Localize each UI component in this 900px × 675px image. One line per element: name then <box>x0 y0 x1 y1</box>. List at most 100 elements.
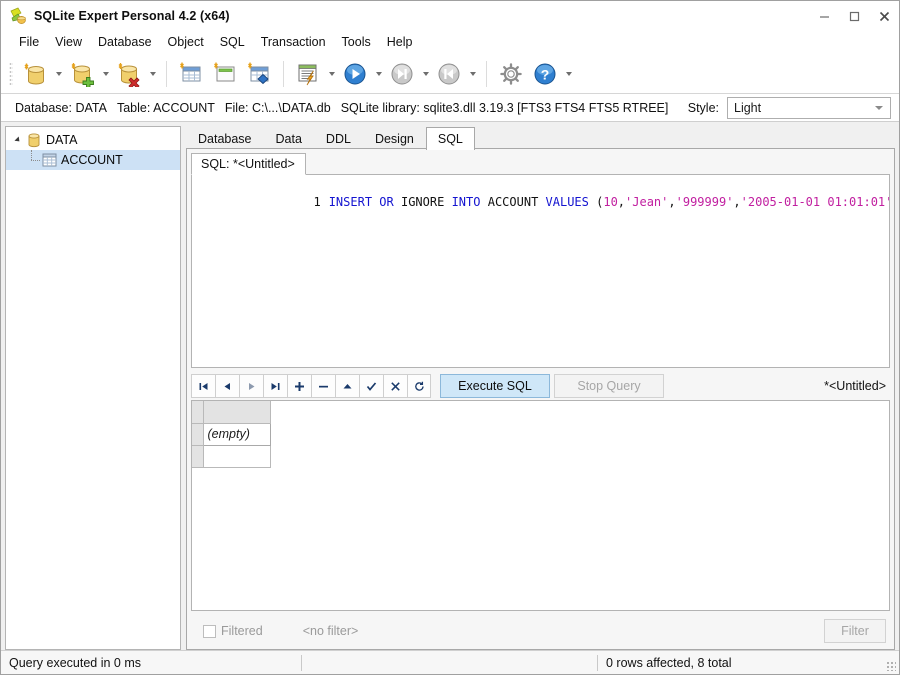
execute-sql-dropdown[interactable] <box>372 59 385 89</box>
options-button[interactable] <box>494 59 528 89</box>
status-query-time: Query executed in 0 ms <box>9 655 142 670</box>
database-info: Database: DATA <box>15 100 107 115</box>
tab-data[interactable]: Data <box>264 128 314 149</box>
result-grid-blank-cell[interactable] <box>203 445 271 468</box>
step-forward-button[interactable] <box>385 59 419 89</box>
open-database-dropdown[interactable] <box>52 59 65 89</box>
edit-record-button[interactable] <box>335 374 359 398</box>
help-button[interactable]: ? <box>528 59 562 89</box>
object-tree-panel: DATA ACCOUNT <box>5 126 181 650</box>
tab-ddl[interactable]: DDL <box>314 128 363 149</box>
title-bar: SQLite Expert Personal 4.2 (x64) <box>1 1 899 31</box>
sql-token: '999999' <box>675 195 734 209</box>
tree-node-label: DATA <box>46 133 78 147</box>
step-back-button[interactable] <box>432 59 466 89</box>
main-tab-strip: Database Data DDL Design SQL <box>186 126 895 150</box>
new-index-button[interactable] <box>242 59 276 89</box>
table-row <box>192 445 271 468</box>
sql-document-tab[interactable]: SQL: *<Untitled> <box>191 153 306 175</box>
sql-token: , <box>733 195 741 209</box>
chevron-down-icon <box>469 72 476 76</box>
first-record-button[interactable] <box>191 374 215 398</box>
record-navigator <box>191 374 431 398</box>
sql-token: , <box>668 195 676 209</box>
delete-database-dropdown[interactable] <box>146 59 159 89</box>
tab-database[interactable]: Database <box>186 128 264 149</box>
prior-record-button[interactable] <box>215 374 239 398</box>
result-grid-table: (empty) <box>192 401 271 468</box>
menu-item-sql[interactable]: SQL <box>212 33 253 53</box>
svg-text:?: ? <box>541 67 550 83</box>
refresh-button[interactable] <box>407 374 431 398</box>
style-label: Style: <box>687 100 719 115</box>
sql-token: ( <box>588 195 604 209</box>
sql-document-name: *<Untitled> <box>824 379 886 393</box>
chevron-down-icon <box>375 72 382 76</box>
open-database-button[interactable] <box>18 59 52 89</box>
menu-item-database[interactable]: Database <box>90 33 160 53</box>
row-indicator-cell <box>192 401 204 424</box>
filtered-checkbox[interactable] <box>203 624 216 638</box>
new-database-button[interactable] <box>65 59 99 89</box>
main-content-panel: Database Data DDL Design SQL SQL: *<Unti… <box>186 126 895 650</box>
table-icon <box>40 153 58 167</box>
style-combobox[interactable]: Light <box>727 96 891 119</box>
help-icon: ? <box>532 61 558 87</box>
toolbar-separator <box>283 61 284 87</box>
toolbar-separator <box>486 61 487 87</box>
delete-record-button[interactable] <box>311 374 335 398</box>
stop-query-button: Stop Query <box>554 374 664 398</box>
gear-icon <box>498 61 524 87</box>
delete-database-button[interactable] <box>112 59 146 89</box>
minimize-button[interactable] <box>809 1 839 31</box>
result-grid[interactable]: (empty) <box>191 400 890 611</box>
step-forward-dropdown[interactable] <box>419 59 432 89</box>
menu-item-object[interactable]: Object <box>160 33 212 53</box>
menu-item-view[interactable]: View <box>47 33 90 53</box>
post-edit-button[interactable] <box>359 374 383 398</box>
execute-sql-button[interactable]: Execute SQL <box>440 374 550 398</box>
database-add-icon <box>69 61 95 87</box>
sql-document-tab-strip: SQL: *<Untitled> <box>191 153 890 175</box>
new-sql-tab-button[interactable] <box>291 59 325 89</box>
insert-record-button[interactable] <box>287 374 311 398</box>
tree-node-data[interactable]: DATA <box>6 130 180 150</box>
sqlite-expert-logo-icon <box>9 7 27 25</box>
cancel-edit-button[interactable] <box>383 374 407 398</box>
database-delete-icon <box>116 61 142 87</box>
close-button[interactable] <box>869 1 899 31</box>
tree-node-label: ACCOUNT <box>61 153 123 167</box>
sql-editor-line: 1 INSERT OR IGNORE INTO ACCOUNT VALUES (1… <box>192 175 889 223</box>
menu-item-tools[interactable]: Tools <box>334 33 379 53</box>
sql-editor[interactable]: 1 INSERT OR IGNORE INTO ACCOUNT VALUES (1… <box>191 175 890 368</box>
new-view-button[interactable] <box>208 59 242 89</box>
new-sql-tab-dropdown[interactable] <box>325 59 338 89</box>
step-back-icon <box>436 61 462 87</box>
result-grid-empty-cell[interactable]: (empty) <box>202 422 271 446</box>
resize-grip[interactable] <box>886 661 896 671</box>
menu-item-transaction[interactable]: Transaction <box>253 33 334 53</box>
next-record-button[interactable] <box>239 374 263 398</box>
menu-item-file[interactable]: File <box>11 33 47 53</box>
style-combobox-value: Light <box>734 100 762 115</box>
new-table-button[interactable] <box>174 59 208 89</box>
tab-design[interactable]: Design <box>363 128 426 149</box>
toolbar-grip[interactable] <box>9 62 13 86</box>
sql-token: 'Jean' <box>625 195 669 209</box>
execute-sql-toolbar-button[interactable] <box>338 59 372 89</box>
expand-collapse-icon[interactable] <box>10 136 25 144</box>
tab-sql[interactable]: SQL <box>425 127 475 150</box>
maximize-button[interactable] <box>839 1 869 31</box>
toolbar-separator <box>166 61 167 87</box>
tree-node-account[interactable]: ACCOUNT <box>6 150 180 170</box>
menu-item-help[interactable]: Help <box>379 33 421 53</box>
filter-expression-text[interactable]: <no filter> <box>303 624 359 638</box>
new-database-dropdown[interactable] <box>99 59 112 89</box>
result-grid-header-cell[interactable] <box>203 401 271 424</box>
last-record-button[interactable] <box>263 374 287 398</box>
step-back-dropdown[interactable] <box>466 59 479 89</box>
help-dropdown[interactable] <box>562 59 575 89</box>
sql-token: 10 <box>603 195 618 209</box>
